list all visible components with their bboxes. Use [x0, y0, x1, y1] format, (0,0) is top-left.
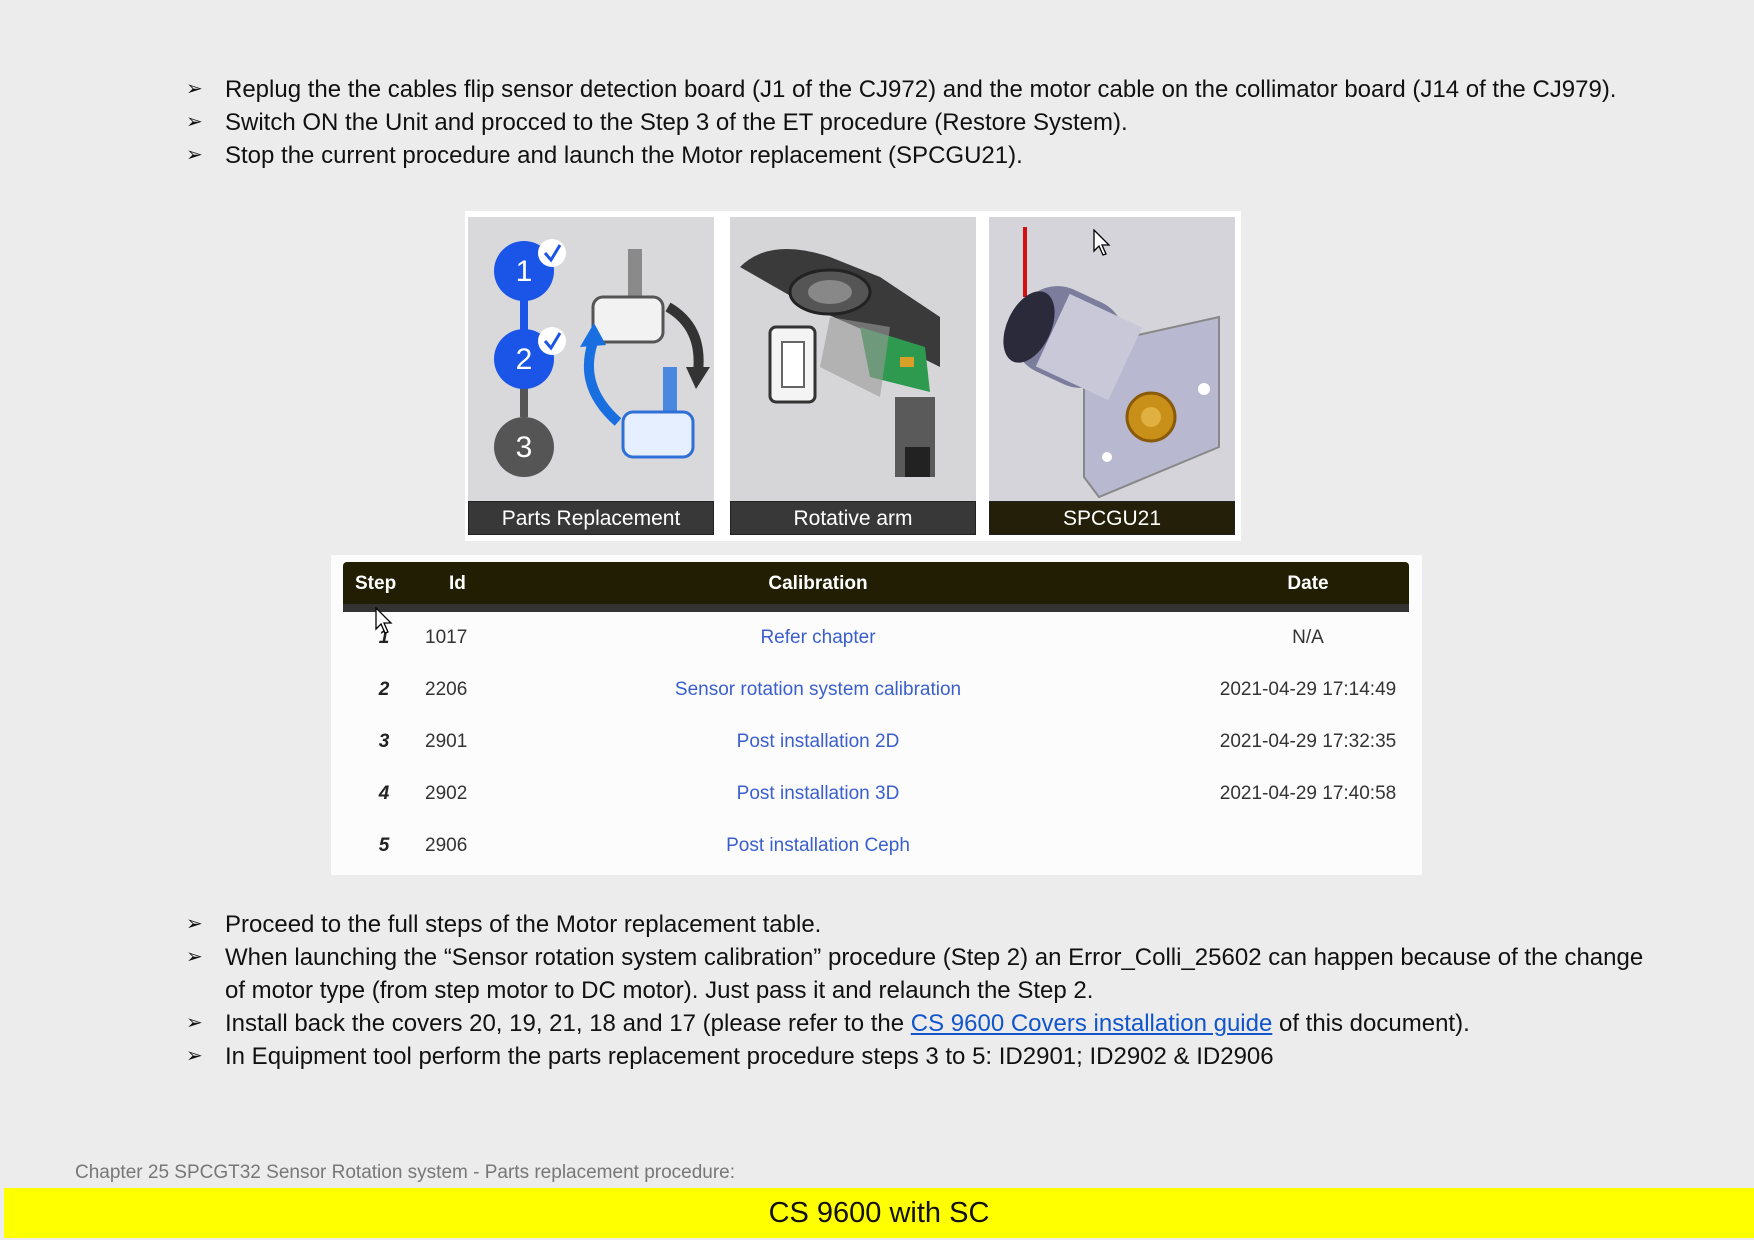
calibration-link[interactable]: Post installation 2D [643, 731, 993, 753]
rotative-arm-image [730, 217, 976, 501]
instruction-item: ➢ Stop the current procedure and launch t… [186, 139, 1706, 172]
table-row[interactable]: 5 2906 Post installation Ceph [343, 820, 1409, 872]
arrow-bullet-icon: ➢ [186, 913, 203, 935]
calibration-table: Step Id Calibration Date 1 1017 Refer ch… [331, 555, 1422, 875]
panel-caption: Parts Replacement [468, 501, 714, 535]
column-header-date[interactable]: Date [1143, 573, 1473, 595]
id-cell: 2901 [425, 731, 468, 752]
table-row[interactable]: 2 2206 Sensor rotation system calibratio… [343, 664, 1409, 716]
panel-parts-replacement[interactable]: 1 2 3 Parts Replacement [465, 213, 717, 539]
covers-guide-link[interactable]: CS 9600 Covers installation guide [911, 1010, 1273, 1037]
column-header-step[interactable]: Step [355, 573, 396, 595]
table-row[interactable]: 1 1017 Refer chapter N/A [343, 612, 1409, 664]
panel-rotative-arm[interactable]: Rotative arm [727, 213, 979, 539]
arrow-bullet-icon: ➢ [186, 1012, 203, 1034]
step-cell: 5 [378, 835, 390, 856]
panel-spcgu21[interactable]: SPCGU21 [986, 213, 1238, 539]
instruction-list-top: ➢ Replug the the cables flip sensor detec… [186, 73, 1706, 172]
arrow-bullet-icon: ➢ [186, 1045, 203, 1067]
date-cell: 2021-04-29 17:40:58 [1219, 783, 1397, 804]
instruction-item: ➢ Replug the the cables flip sensor detec… [186, 73, 1706, 106]
instruction-item: ➢ Proceed to the full steps of the Motor … [186, 908, 1666, 941]
software-screenshot-figure: 1 2 3 Parts Replacement Rotative arm SPC… [465, 211, 1241, 541]
table-row[interactable]: 3 2901 Post installation 2D 2021-04-29 1… [343, 716, 1409, 768]
arrow-bullet-icon: ➢ [186, 946, 203, 968]
arrow-bullet-icon: ➢ [186, 78, 203, 100]
instruction-item: ➢ Switch ON the Unit and procced to the S… [186, 106, 1706, 139]
step-cell: 4 [378, 783, 390, 804]
table-row[interactable]: 4 2902 Post installation 3D 2021-04-29 1… [343, 768, 1409, 820]
date-cell: 2021-04-29 17:14:49 [1219, 679, 1397, 700]
table-header: Step Id Calibration Date [343, 562, 1409, 612]
calibration-link[interactable]: Refer chapter [643, 627, 993, 649]
id-cell: 2206 [425, 679, 468, 700]
step-cell: 2 [378, 679, 390, 700]
arrow-bullet-icon: ➢ [186, 144, 203, 166]
step-number: 3 [516, 431, 533, 464]
step-number: 1 [516, 255, 533, 288]
instruction-item: ➢ When launching the “Sensor rotation sys… [186, 941, 1666, 1007]
calibration-link[interactable]: Post installation 3D [643, 783, 993, 805]
parts-replacement-steps-image: 1 2 3 [468, 217, 714, 501]
id-cell: 2902 [425, 783, 468, 804]
mouse-cursor-icon [375, 607, 393, 634]
step-number: 2 [516, 343, 533, 376]
panel-caption: Rotative arm [730, 501, 976, 535]
mouse-cursor-icon [1093, 229, 1111, 256]
step-cell: 3 [378, 731, 390, 752]
instruction-item: ➢ Install back the covers 20, 19, 21, 18 … [186, 1007, 1666, 1040]
calibration-link[interactable]: Post installation Ceph [643, 835, 993, 857]
instruction-item: ➢ In Equipment tool perform the parts rep… [186, 1040, 1666, 1073]
arrow-bullet-icon: ➢ [186, 111, 203, 133]
date-cell: 2021-04-29 17:32:35 [1219, 731, 1397, 752]
dc-motor-image [989, 217, 1235, 501]
instruction-list-bottom: ➢ Proceed to the full steps of the Motor … [186, 908, 1666, 1073]
column-header-id[interactable]: Id [449, 573, 466, 595]
date-cell: N/A [1292, 627, 1324, 648]
calibration-link[interactable]: Sensor rotation system calibration [643, 679, 993, 701]
id-cell: 1017 [425, 627, 468, 648]
chapter-footer: Chapter 25 SPCGT32 Sensor Rotation syste… [75, 1162, 736, 1183]
column-header-calibration[interactable]: Calibration [643, 573, 993, 595]
product-banner: CS 9600 with SC [4, 1188, 1754, 1238]
panel-caption: SPCGU21 [989, 501, 1235, 535]
id-cell: 2906 [425, 835, 468, 856]
